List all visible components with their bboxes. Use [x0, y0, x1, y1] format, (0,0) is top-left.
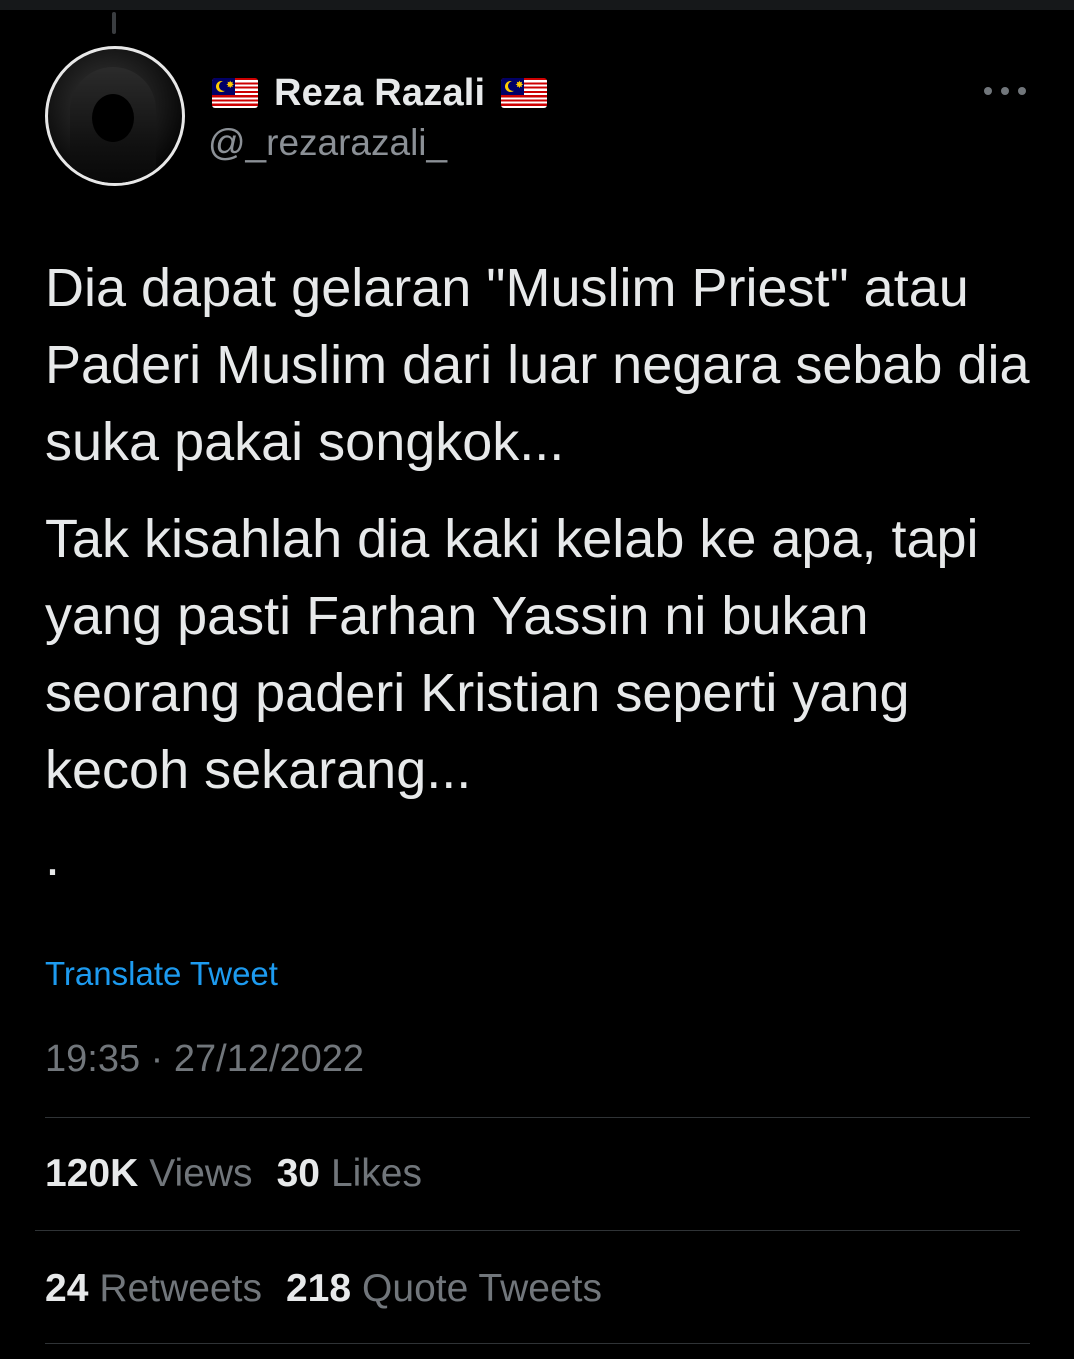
- quote-tweets-stat[interactable]: 218 Quote Tweets: [286, 1267, 602, 1311]
- likes-stat[interactable]: 30 Likes: [277, 1152, 422, 1196]
- divider: [35, 1230, 1020, 1231]
- avatar[interactable]: [45, 46, 185, 186]
- author-name-row[interactable]: ✸ Reza Razali ✸: [212, 70, 548, 116]
- avatar-face-shadow: [92, 94, 134, 142]
- stats-row-views-likes: 120K Views 30 Likes: [45, 1152, 422, 1196]
- quotes-count: 218: [285, 1267, 352, 1310]
- tweet-paragraph: Dia dapat gelaran "Muslim Priest" atau P…: [45, 258, 1030, 472]
- thread-connector-line: [112, 12, 116, 34]
- top-strip: [0, 0, 1074, 10]
- stats-row-retweets-quotes: 24 Retweets 218 Quote Tweets: [45, 1267, 602, 1311]
- divider: [45, 1343, 1030, 1344]
- tweet-text: Dia dapat gelaran "Muslim Priest" atau P…: [45, 250, 1045, 896]
- author-handle[interactable]: @_rezarazali_: [208, 122, 447, 164]
- quotes-label: Quote Tweets: [362, 1267, 602, 1310]
- tweet-paragraph: .: [45, 827, 61, 887]
- tweet-timestamp[interactable]: 19:35 · 27/12/2022: [45, 1038, 364, 1081]
- views-stat[interactable]: 120K Views: [45, 1152, 253, 1196]
- more-options-icon[interactable]: [984, 80, 1026, 102]
- retweets-stat[interactable]: 24 Retweets: [45, 1267, 262, 1311]
- translate-tweet-link[interactable]: Translate Tweet: [45, 955, 278, 993]
- likes-count: 30: [276, 1152, 320, 1195]
- views-label: Views: [149, 1152, 253, 1195]
- author-display-name[interactable]: Reza Razali: [274, 72, 485, 115]
- malaysia-flag-icon: ✸: [501, 78, 548, 108]
- views-count: 120K: [45, 1152, 139, 1195]
- malaysia-flag-icon: ✸: [212, 78, 258, 108]
- divider: [45, 1117, 1030, 1118]
- likes-label: Likes: [330, 1152, 422, 1195]
- retweets-count: 24: [45, 1267, 89, 1310]
- tweet-paragraph: Tak kisahlah dia kaki kelab ke apa, tapi…: [45, 509, 979, 800]
- retweets-label: Retweets: [99, 1267, 262, 1310]
